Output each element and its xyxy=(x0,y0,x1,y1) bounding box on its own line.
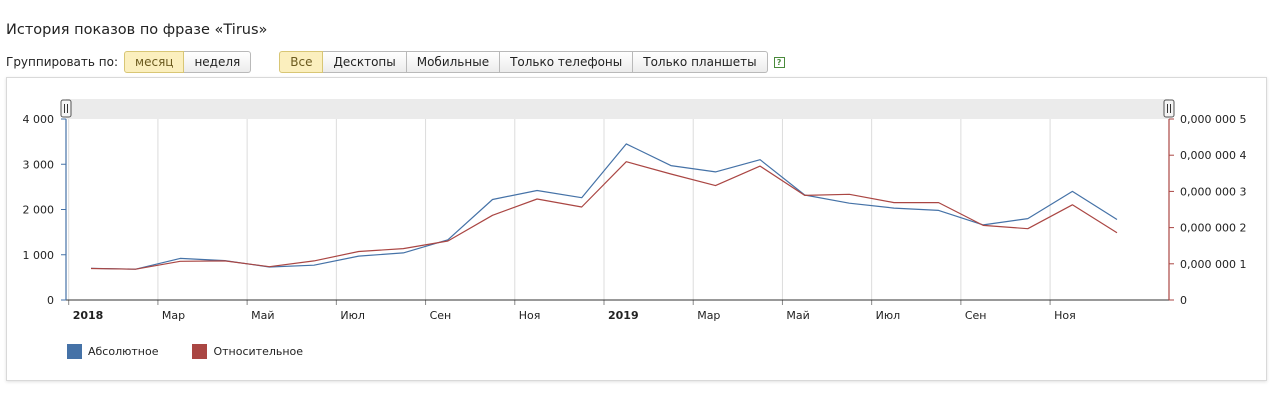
legend-label-relative: Относительное xyxy=(213,345,304,358)
x-tick-label: Ноя xyxy=(519,309,541,322)
x-tick-label: Май xyxy=(251,309,274,322)
x-tick-label: Сен xyxy=(430,309,452,322)
legend-label-absolute: Абсолютное xyxy=(88,345,159,358)
x-tick-label: Мар xyxy=(697,309,720,322)
legend-item-absolute[interactable]: Абсолютное xyxy=(67,344,158,359)
x-tick-label: Сен xyxy=(965,309,987,322)
y-left-tick-label: 1 000 xyxy=(23,249,55,262)
x-tick-label: 2019 xyxy=(608,309,639,322)
x-tick-label: Май xyxy=(786,309,809,322)
y-right-tick-label: 0 xyxy=(1180,294,1187,307)
toolbar: Группировать по: месяц неделя Все Дескто… xyxy=(6,51,785,73)
y-right-tick-label: 0,000 000 5 xyxy=(1180,113,1246,126)
group-by-toggle: месяц неделя xyxy=(124,51,252,73)
x-tick-label: Июл xyxy=(340,309,365,322)
help-icon[interactable]: ? xyxy=(773,56,785,68)
navigator-handle-right[interactable] xyxy=(1163,99,1175,118)
legend-item-relative[interactable]: Относительное xyxy=(192,344,303,359)
group-month-button[interactable]: месяц xyxy=(124,51,185,73)
device-all-button[interactable]: Все xyxy=(279,51,324,73)
navigator-handle-left[interactable] xyxy=(60,99,72,118)
x-tick-label: Ноя xyxy=(1054,309,1076,322)
x-tick-label: Июл xyxy=(876,309,901,322)
y-left-tick-label: 0 xyxy=(47,294,54,307)
legend-swatch-relative xyxy=(192,344,208,359)
y-right-tick-label: 0,000 000 4 xyxy=(1180,149,1246,162)
device-phones-button[interactable]: Только телефоны xyxy=(500,51,634,73)
device-desktop-button[interactable]: Десктопы xyxy=(323,51,407,73)
chart-container: 2018 Мар Май Июл Сен Ноя 2019 Мар Май Июл Сен Ноя 0 1… xyxy=(6,77,1267,381)
y-right-tick-label: 0,000 000 2 xyxy=(1180,222,1246,235)
y-left-tick-label: 3 000 xyxy=(23,158,55,171)
page-title: История показов по фразе «Tirus» xyxy=(6,22,268,38)
x-tick-label: Мар xyxy=(162,309,185,322)
y-right-tick-label: 0,000 000 1 xyxy=(1180,258,1246,271)
y-right-tick-label: 0,000 000 3 xyxy=(1180,185,1246,198)
x-tick-label: 2018 xyxy=(73,309,104,322)
y-left-tick-label: 4 000 xyxy=(23,113,55,126)
navigator-band xyxy=(66,99,1169,119)
legend: Абсолютное Относительное xyxy=(67,344,337,359)
y-left-tick-label: 2 000 xyxy=(23,204,55,217)
device-mobile-button[interactable]: Мобильные xyxy=(406,51,501,73)
group-week-button[interactable]: неделя xyxy=(184,51,252,73)
device-filter: Все Десктопы Мобильные Только телефоны Т… xyxy=(279,51,768,73)
impressions-chart: 2018 Мар Май Июл Сен Ноя 2019 Мар Май Июл Сен Ноя 0 1… xyxy=(23,99,1246,322)
group-by-label: Группировать по: xyxy=(6,55,119,69)
device-tablets-button[interactable]: Только планшеты xyxy=(633,51,768,73)
legend-swatch-absolute xyxy=(67,344,82,359)
